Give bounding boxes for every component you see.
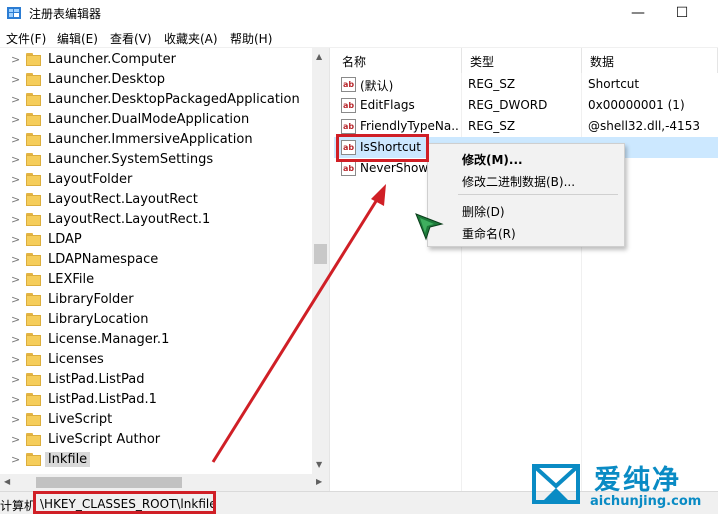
- arrow-annotation: [211, 184, 386, 463]
- watermark-url: aichunjing.com: [590, 494, 702, 509]
- watermark: 爱纯净 aichunjing.com: [528, 458, 718, 514]
- watermark-logo-icon: [532, 464, 580, 504]
- mouse-cursor-icon: [415, 213, 444, 241]
- watermark-name: 爱纯净: [594, 465, 681, 496]
